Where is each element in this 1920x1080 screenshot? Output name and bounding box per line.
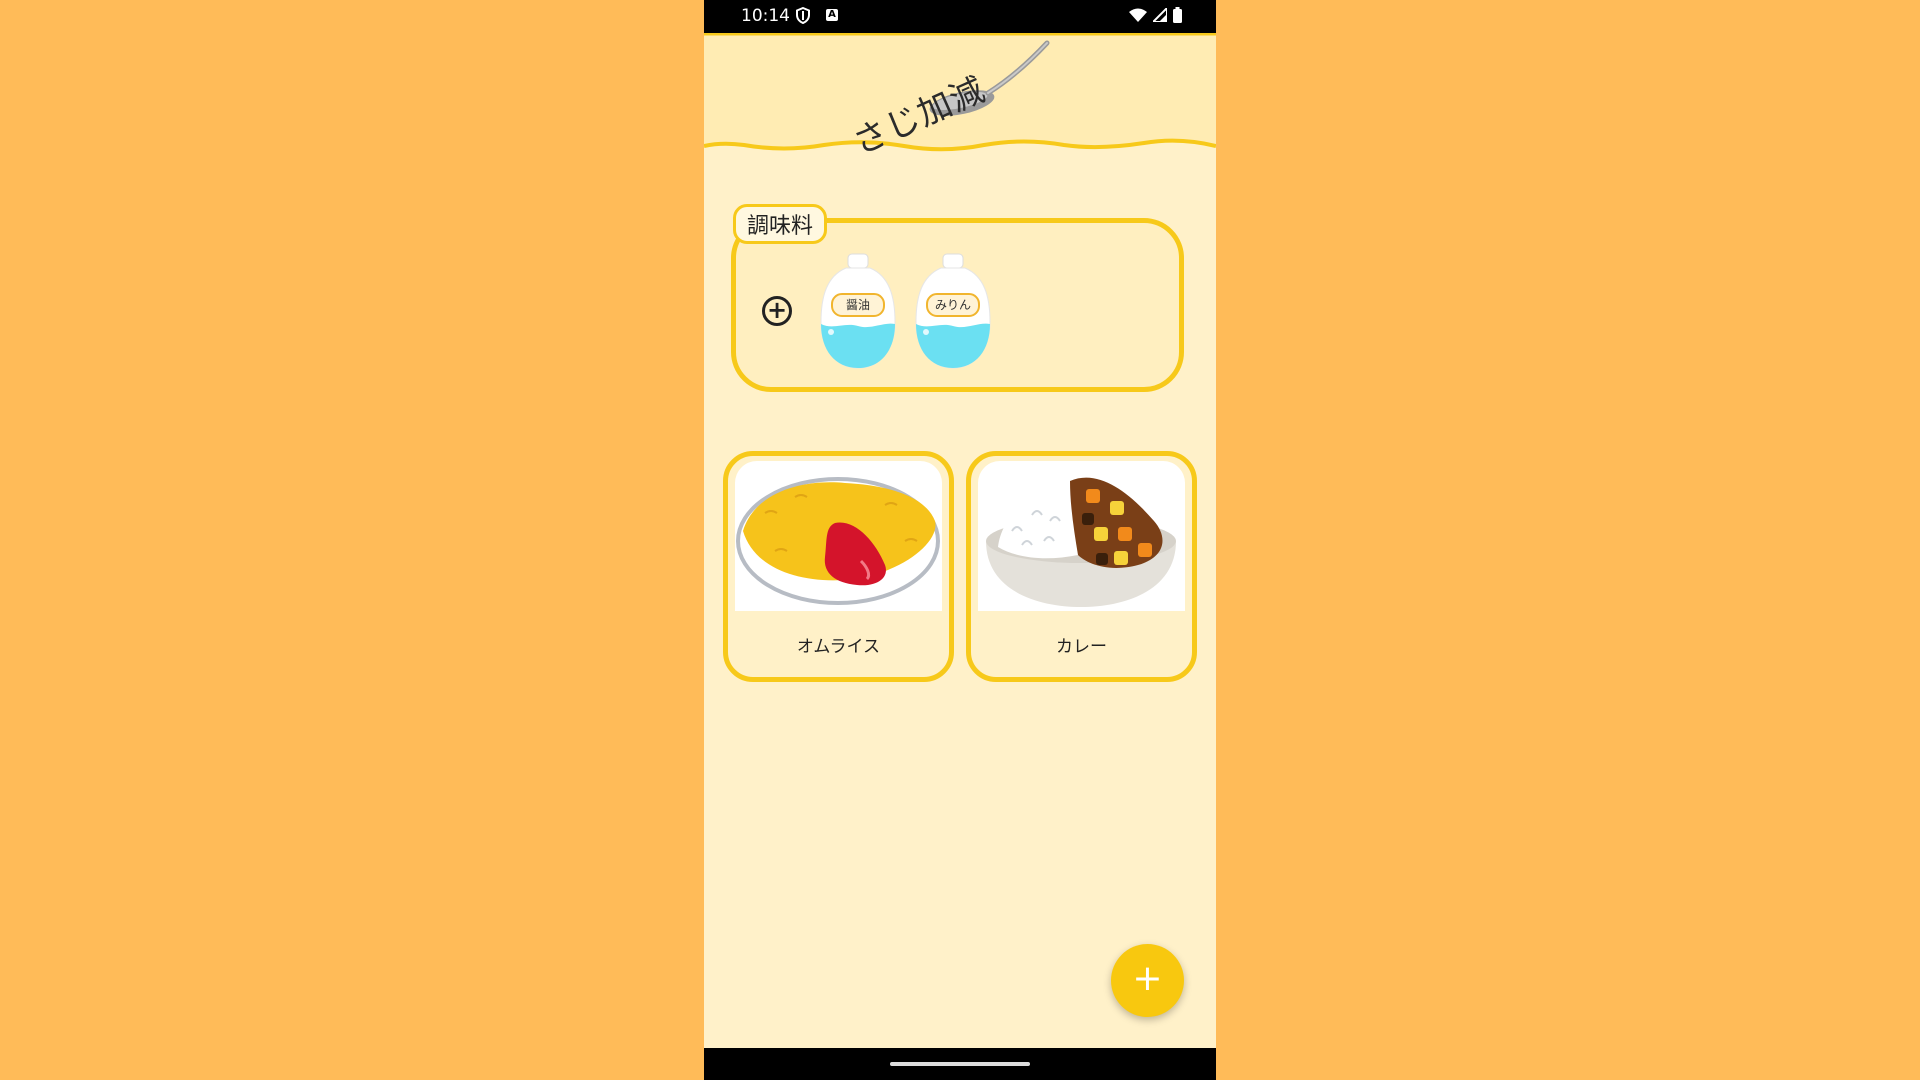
status-icons (1129, 7, 1182, 23)
seasoning-bottle-mirin[interactable]: みりん (914, 252, 992, 370)
shield-icon (796, 7, 810, 24)
curry-image (978, 461, 1185, 611)
navigation-bar (704, 1048, 1216, 1080)
phone-screen: 10:14 A さじ加減 調味料 + 醤油 みりん オムライス カレー + (704, 0, 1216, 1080)
status-time: 10:14 (741, 6, 790, 26)
recipe-name: オムライス (796, 637, 881, 657)
seasoning-label: みりん (926, 293, 980, 317)
app-header: さじ加減 (704, 33, 1216, 163)
add-seasoning-button[interactable]: + (762, 296, 792, 326)
recipe-card-omurice[interactable]: オムライス (723, 451, 954, 682)
recipe-name: カレー (1056, 637, 1107, 657)
battery-icon (1173, 7, 1182, 23)
recipe-card-curry[interactable]: カレー (966, 451, 1197, 682)
seasoning-section-label: 調味料 (733, 204, 828, 244)
seasoning-bottle-soy-sauce[interactable]: 醤油 (819, 252, 897, 370)
signal-icon (1153, 8, 1167, 22)
omurice-image (735, 461, 942, 611)
status-bar: 10:14 A (704, 0, 1216, 33)
home-gesture-handle[interactable] (890, 1062, 1030, 1066)
seasoning-label: 醤油 (831, 293, 885, 317)
font-a-icon: A (826, 9, 838, 21)
wifi-icon (1129, 8, 1147, 22)
add-recipe-fab[interactable]: + (1111, 944, 1184, 1017)
